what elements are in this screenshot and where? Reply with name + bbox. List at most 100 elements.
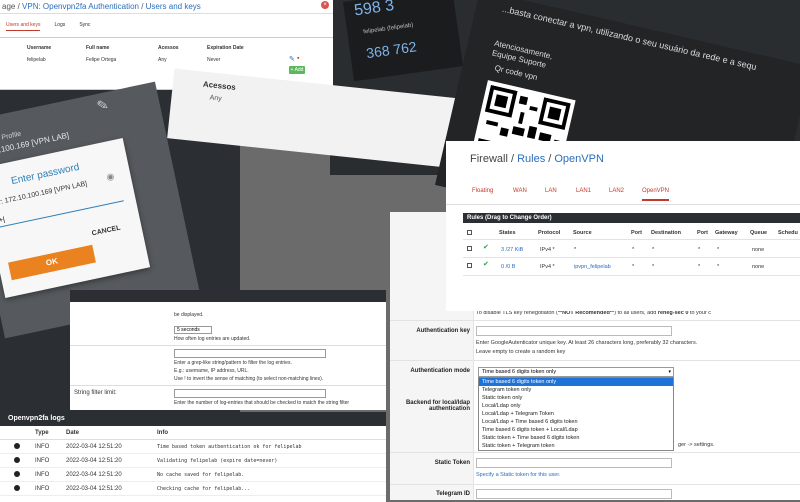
dropdown-option[interactable]: Time based 6 digits token + Local/Ldap: [479, 426, 673, 434]
tab-floating[interactable]: Floating: [472, 188, 493, 194]
rule-states[interactable]: 3 /27 KiB: [501, 247, 523, 253]
tab-sync[interactable]: Sync: [79, 22, 90, 31]
header-gateway: Gateway: [715, 230, 738, 236]
rule-checkbox[interactable]: [467, 246, 472, 251]
dropdown-option[interactable]: Time based 6 digits token only: [479, 378, 673, 386]
divider: [390, 360, 800, 361]
filter-example: E.g.: username, IP address, URL.: [174, 368, 249, 374]
tab-lan1[interactable]: LAN1: [576, 188, 591, 194]
breadcrumb-rules-link[interactable]: Rules: [517, 153, 545, 165]
header-source: Source: [573, 230, 592, 236]
rule-queue: none: [752, 247, 765, 253]
backend-help: ger -> settings.: [678, 442, 715, 448]
pencil-icon[interactable]: ✎: [95, 96, 110, 115]
cancel-button[interactable]: CANCEL: [91, 225, 121, 238]
breadcrumb-users-link[interactable]: Users and keys: [146, 2, 201, 11]
tab-openvpn[interactable]: OpenVPN: [642, 188, 670, 201]
refresh-help: How often log entries are updated.: [174, 336, 251, 342]
header-schedule: Schedu: [778, 230, 798, 236]
filter-invert-help: Use ! to invert the sense of matching (t…: [174, 376, 324, 382]
dropdown-option[interactable]: Local/Ldap only: [479, 402, 673, 410]
divider: [0, 37, 333, 38]
chevron-down-icon: ▾: [668, 369, 671, 375]
rule-source: *: [574, 247, 577, 253]
dropdown-option[interactable]: Local/Ldap + Time based 6 digits token: [479, 418, 673, 426]
divider: [463, 257, 800, 258]
dropdown-option[interactable]: Telegram token only: [479, 386, 673, 394]
info-icon: [14, 485, 20, 491]
telegram-id-input[interactable]: [476, 489, 672, 499]
tab-lan[interactable]: LAN: [545, 188, 557, 194]
dropdown-option[interactable]: Local/Ldap + Telegram Token: [479, 410, 673, 418]
breadcrumb-vpn-link[interactable]: VPN: Openvpn2fa Authentication: [22, 2, 139, 11]
log-settings-panel: be displayed. 5 seconds How often log en…: [70, 290, 386, 410]
log-date: 2022-03-04 12:51:20: [66, 458, 122, 464]
static-token-input[interactable]: [476, 458, 672, 468]
tab-lan2[interactable]: LAN2: [609, 188, 624, 194]
tab-logs[interactable]: Logs: [54, 22, 65, 31]
divider: [70, 345, 386, 346]
table-row: INFO 2022-03-04 12:51:20 Time based toke…: [0, 440, 386, 454]
header-type: Type: [35, 430, 49, 436]
auth-mode-selected: Time based 6 digits token only: [482, 369, 557, 375]
auth-mode-select[interactable]: Time based 6 digits token only ▾: [478, 367, 674, 377]
check-icon: ✔: [483, 244, 489, 251]
cell-expiration: Never: [207, 57, 221, 63]
cell-acessos: Any: [158, 57, 167, 63]
header-info: Info: [157, 430, 168, 436]
rule-port-2: *: [698, 247, 701, 253]
tab-users-and-keys[interactable]: Users and keys: [6, 22, 41, 31]
stats-top-number: 598 3: [353, 0, 396, 20]
telegram-id-label: Telegram ID: [436, 491, 470, 497]
filter-input[interactable]: [174, 349, 326, 358]
rule-source[interactable]: ipvpn_felipelab: [574, 264, 611, 270]
filter-help: Enter a grep-like string/pattern to filt…: [174, 360, 292, 366]
firewall-rules-panel: Firewall / Rules / OpenVPN Floating WAN …: [446, 141, 800, 311]
pencil-icon[interactable]: ✎: [289, 55, 295, 63]
rule-states[interactable]: 0 /0 B: [501, 264, 515, 270]
string-filter-limit-label: String filter limit:: [74, 390, 117, 396]
divider: [390, 484, 800, 485]
auth-key-input[interactable]: [476, 326, 672, 336]
header-acessos: Acessos: [158, 45, 179, 51]
log-info: Time based token autbentication ok for f…: [157, 444, 302, 450]
check-icon: ✔: [483, 261, 489, 268]
close-icon[interactable]: ×: [321, 1, 329, 9]
log-type: INFO: [35, 486, 50, 492]
ok-button[interactable]: OK: [8, 244, 96, 281]
table-row: INFO 2022-03-04 12:51:20 No cache saved …: [0, 468, 386, 482]
breadcrumb-openvpn-link[interactable]: OpenVPN: [554, 153, 604, 165]
users-tabs: Users and keys Logs Sync: [6, 22, 333, 31]
rule-port: *: [632, 247, 635, 253]
divider: [390, 320, 800, 321]
info-icon: [14, 443, 20, 449]
header-full-name: Full name: [86, 45, 110, 51]
log-info: Checking cache for felipelab...: [157, 486, 251, 492]
static-token-help: Specify a Static token for this user.: [476, 472, 561, 478]
users-and-keys-panel: age / VPN: Openvpn2fa Authentication / U…: [0, 0, 333, 90]
header-username: Username: [27, 45, 52, 51]
trash-icon[interactable]: ▪: [297, 55, 299, 62]
logs-title: Openvpn2fa logs: [0, 412, 386, 426]
rule-protocol: IPv4 *: [540, 264, 555, 270]
info-icon: [14, 471, 20, 477]
rule-destination: *: [652, 247, 655, 253]
eye-icon[interactable]: ◉: [105, 171, 115, 183]
info-icon: [14, 457, 20, 463]
table-row: INFO 2022-03-04 12:51:20 Checking cache …: [0, 482, 386, 496]
header-states: States: [499, 230, 516, 236]
header-port-2: Port: [697, 230, 708, 236]
add-user-button[interactable]: + Add: [289, 66, 305, 74]
refresh-interval-select[interactable]: 5 seconds: [174, 326, 212, 334]
dropdown-option[interactable]: Static token only: [479, 394, 673, 402]
select-all-checkbox[interactable]: [467, 230, 472, 235]
dropdown-option[interactable]: Static token + Time based 6 digits token: [479, 434, 673, 442]
log-type: INFO: [35, 444, 50, 450]
dropdown-option[interactable]: Static token + Telegram token: [479, 442, 673, 450]
rule-gateway: *: [717, 264, 720, 270]
rule-checkbox[interactable]: [467, 263, 472, 268]
string-filter-limit-input[interactable]: [174, 389, 326, 398]
tab-wan[interactable]: WAN: [513, 188, 527, 194]
rule-queue: none: [752, 264, 765, 270]
interface-tabs: Floating WAN LAN LAN1 LAN2 OpenVPN: [446, 183, 800, 205]
